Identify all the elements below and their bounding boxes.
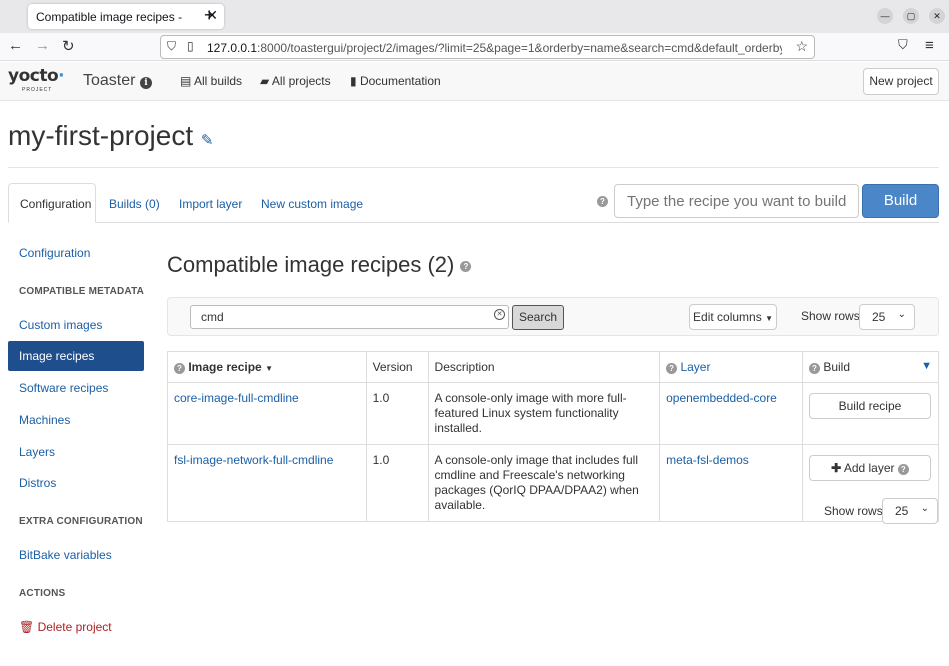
sidebar-item-bitbake-variables[interactable]: BitBake variables <box>8 540 144 570</box>
trash-icon: 🗑 <box>19 620 35 634</box>
sidebar-item-layers[interactable]: Layers <box>8 437 144 467</box>
pocket-icon[interactable]: ⛉ <box>898 37 908 53</box>
sidebar-item-configuration[interactable]: Configuration <box>8 238 144 268</box>
recipe-description: A console-only image with more full-feat… <box>427 382 661 445</box>
col-version: Version <box>365 351 429 383</box>
sidebar-heading-extra: EXTRA CONFIGURATION <box>19 516 143 527</box>
book-icon: ▮ <box>350 74 357 88</box>
info-icon[interactable]: i <box>139 77 152 89</box>
delete-project-link[interactable]: 🗑 Delete project <box>8 612 144 642</box>
sort-down-icon: ▼ <box>265 364 273 373</box>
minimize-icon[interactable]: — <box>877 8 893 24</box>
recipe-build-input[interactable] <box>614 184 859 218</box>
menu-icon[interactable]: ≡ <box>925 37 934 54</box>
recipes-table: ? Image recipe ▼ Version Description ? L… <box>167 351 940 522</box>
layer-link[interactable]: openembedded-core <box>659 382 803 445</box>
sidebar-item-custom-images[interactable]: Custom images <box>8 310 144 340</box>
col-description: Description <box>427 351 661 383</box>
show-rows-label-bottom: Show rows: <box>824 504 887 518</box>
sidebar-item-machines[interactable]: Machines <box>8 405 144 435</box>
help-icon[interactable]: ? <box>174 363 185 374</box>
page-icon: ▯ <box>187 39 194 53</box>
browser-tabstrip: Compatible image recipes - ✕ + — ▢ ✕ <box>0 0 949 33</box>
plus-icon: ✚ <box>831 461 842 475</box>
filter-icon[interactable]: ▼ <box>921 360 932 372</box>
new-tab-icon[interactable]: + <box>204 5 215 26</box>
browser-tab-title: Compatible image recipes - <box>36 10 183 24</box>
caret-down-icon: ▼ <box>765 314 773 323</box>
divider <box>8 167 939 168</box>
app-name[interactable]: Toaster i <box>83 72 152 90</box>
show-rows-select[interactable]: 25 ⌄ <box>859 304 915 330</box>
browser-navbar: ← → ↻ ⛉ ▯ 127.0.0.1:8000/toastergui/proj… <box>0 33 949 61</box>
build-button[interactable]: Build <box>862 184 939 218</box>
page-title: my-first-project ✎ <box>8 120 214 151</box>
layer-link[interactable]: meta-fsl-demos <box>659 444 803 522</box>
forward-icon[interactable]: → <box>35 37 50 54</box>
tab-configuration[interactable]: Configuration <box>8 183 96 223</box>
help-icon[interactable]: ? <box>460 260 472 272</box>
recipe-version: 1.0 <box>365 382 429 445</box>
new-project-button[interactable]: New project <box>863 68 939 95</box>
edit-columns-button[interactable]: Edit columns ▼ <box>689 304 777 330</box>
shield-icon[interactable]: ⛉ <box>167 39 176 54</box>
bookmark-star-icon[interactable]: ☆ <box>795 38 808 55</box>
close-window-icon[interactable]: ✕ <box>929 8 945 24</box>
list-icon: ▤ <box>180 74 192 88</box>
help-icon[interactable]: ? <box>808 363 820 374</box>
tab-builds[interactable]: Builds (0) <box>109 197 160 211</box>
table-row: fsl-image-network-full-cmdline 1.0 A con… <box>167 444 940 522</box>
recipe-description: A console-only image that includes full … <box>427 444 661 522</box>
nav-all-projects[interactable]: ▰ All projects <box>260 74 331 88</box>
nav-documentation[interactable]: ▮ Documentation <box>350 74 441 88</box>
folder-icon: ▰ <box>260 74 270 88</box>
col-build: ? Build ▼ <box>801 351 940 383</box>
maximize-icon[interactable]: ▢ <box>903 8 919 24</box>
tab-new-custom-image[interactable]: New custom image <box>261 197 363 211</box>
sidebar-item-image-recipes[interactable]: Image recipes <box>8 341 144 371</box>
recipe-link[interactable]: fsl-image-network-full-cmdline <box>167 444 367 522</box>
build-cell: Build recipe <box>801 382 940 445</box>
search-input[interactable]: cmd <box>190 305 509 329</box>
help-icon[interactable]: ? <box>666 363 678 374</box>
yocto-logo[interactable]: yocto· <box>8 66 65 86</box>
col-image-recipe[interactable]: ? Image recipe ▼ <box>167 351 367 383</box>
nav-all-builds[interactable]: ▤ All builds <box>180 74 242 88</box>
app-header: yocto· PROJECT Toaster i ▤ All builds ▰ … <box>0 62 949 101</box>
show-rows-select-bottom[interactable]: 25 ⌄ <box>882 498 938 524</box>
yocto-logo-sub: PROJECT <box>22 87 53 93</box>
tab-import-layer[interactable]: Import layer <box>179 197 242 211</box>
tabs-baseline <box>8 222 939 223</box>
sidebar-heading-actions: ACTIONS <box>19 588 66 599</box>
recipe-version: 1.0 <box>365 444 429 522</box>
table-toolbar: cmd ✕ Search Edit columns ▼ Show rows: 2… <box>167 297 939 336</box>
sidebar-item-software-recipes[interactable]: Software recipes <box>8 373 144 403</box>
table-header-row: ? Image recipe ▼ Version Description ? L… <box>167 351 940 383</box>
clear-search-icon[interactable]: ✕ <box>494 309 505 320</box>
url-text: 127.0.0.1:8000/toastergui/project/2/imag… <box>207 41 782 55</box>
show-rows-label: Show rows: <box>801 309 864 323</box>
search-button[interactable]: Search <box>512 305 564 330</box>
url-bar[interactable]: ⛉ ▯ 127.0.0.1:8000/toastergui/project/2/… <box>160 35 815 59</box>
back-icon[interactable]: ← <box>8 37 23 54</box>
help-icon[interactable]: ? <box>597 196 608 207</box>
chevron-down-icon: ⌄ <box>897 309 906 320</box>
reload-icon[interactable]: ↻ <box>62 37 75 55</box>
sidebar-heading-metadata: COMPATIBLE METADATA <box>19 286 145 297</box>
add-layer-button[interactable]: ✚ Add layer ? <box>808 455 931 481</box>
section-title: Compatible image recipes (2) ? <box>167 252 472 278</box>
col-layer[interactable]: ? Layer <box>659 351 803 383</box>
browser-tab[interactable]: Compatible image recipes - ✕ <box>28 4 224 29</box>
sidebar-item-distros[interactable]: Distros <box>8 468 144 498</box>
edit-icon[interactable]: ✎ <box>201 132 214 149</box>
table-row: core-image-full-cmdline 1.0 A console-on… <box>167 382 940 445</box>
recipe-link[interactable]: core-image-full-cmdline <box>167 382 367 445</box>
help-icon[interactable]: ? <box>897 464 909 475</box>
build-recipe-button[interactable]: Build recipe <box>808 393 931 419</box>
chevron-down-icon: ⌄ <box>920 503 929 514</box>
